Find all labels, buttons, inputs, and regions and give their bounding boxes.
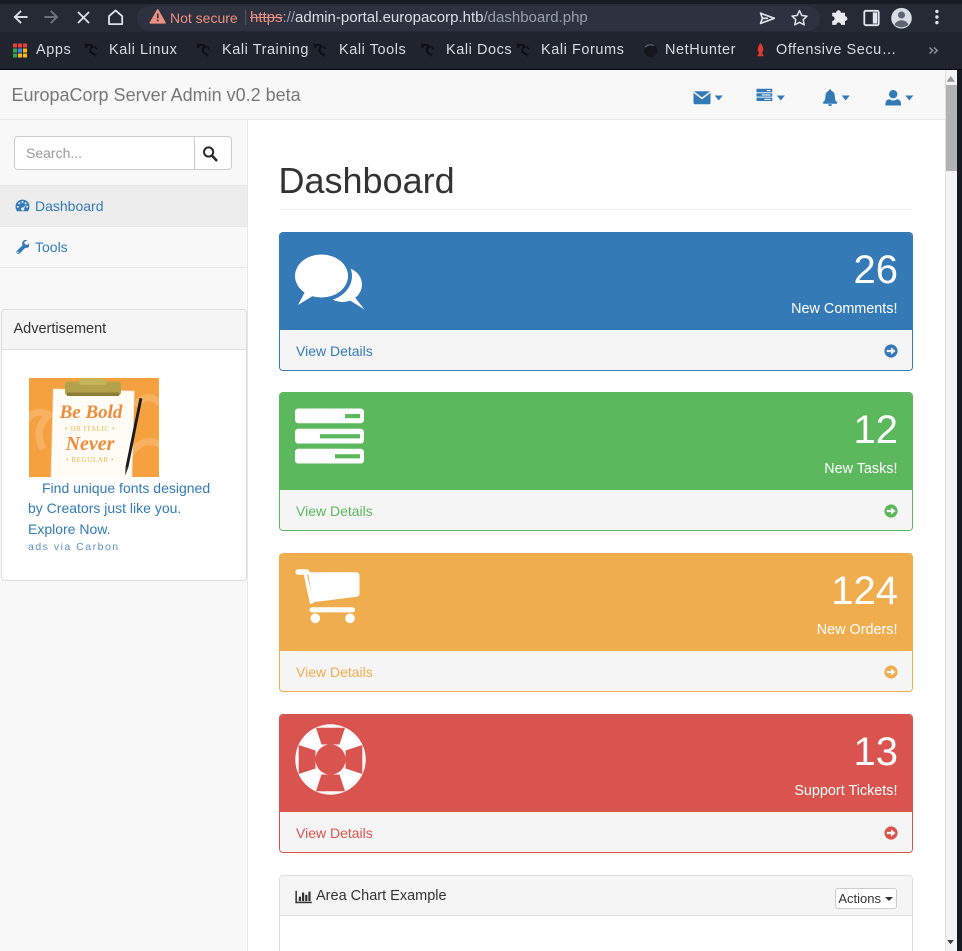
svg-text:Never: Never bbox=[65, 433, 115, 455]
svg-text:• REGULAR •: • REGULAR • bbox=[66, 456, 114, 464]
svg-text:• OR ITALIC •: • OR ITALIC • bbox=[65, 425, 115, 433]
svg-text:Be Bold: Be Bold bbox=[59, 402, 123, 423]
